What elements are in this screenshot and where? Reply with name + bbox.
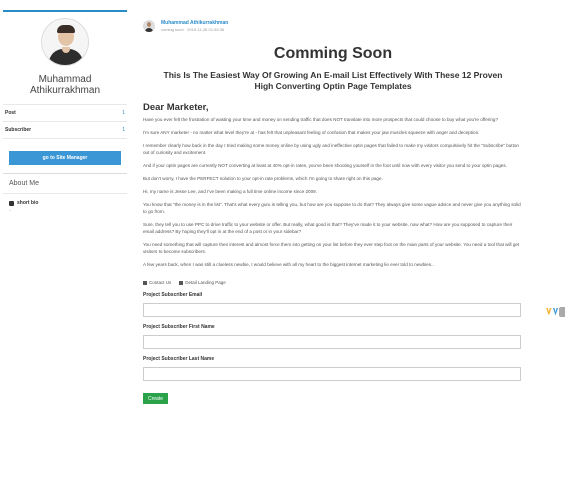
post-author[interactable]: Muhammad Athikurrakhman (161, 20, 228, 26)
paragraph: Sure, they tell you to use PPC to drive … (143, 222, 513, 234)
paragraph: I remember clearly how back in the day I… (143, 143, 519, 155)
paragraph: Have you ever felt the frustration of wa… (143, 117, 499, 122)
page-title: Comming Soon (273, 45, 393, 62)
main-content: Muhammad Athikurrakhman coming soon · 20… (143, 20, 523, 405)
stat-label: Subscriber (5, 127, 32, 133)
contact-link[interactable]: Contact Us (143, 280, 171, 285)
bio-value: - (9, 208, 11, 214)
post-meta: coming soon · 2015-11-26 01:53:36 (161, 27, 225, 32)
last-name-group: Project Subscriber Last Name (143, 356, 523, 381)
first-name-group: Project Subscriber First Name (143, 324, 523, 349)
stat-count: 1 (122, 127, 125, 133)
post-header: Muhammad Athikurrakhman coming soon · 20… (143, 20, 523, 32)
stat-row-subscriber[interactable]: Subscriber 1 (3, 122, 127, 139)
detail-link[interactable]: Detail Landing Page (179, 280, 226, 285)
tab-icon (559, 306, 565, 317)
site-manager-button[interactable]: go to Site Manager (9, 151, 121, 165)
last-name-label: Project Subscriber Last Name (143, 356, 215, 362)
create-button[interactable]: Create (143, 393, 169, 404)
paragraph: But don't worry, I have the PERFECT solu… (143, 176, 383, 181)
paragraph: Hi, my name is Jesse Lee, and I've been … (143, 189, 317, 194)
bio-row: short bio (3, 194, 127, 206)
floating-widget[interactable] (546, 306, 565, 317)
stat-label: Post (5, 110, 16, 116)
sub-heading: This Is The Easiest Way Of Growing An E-… (163, 70, 503, 91)
paragraph: You know that "the money is in the list"… (143, 202, 521, 214)
about-card: About Me short bio - (3, 173, 127, 214)
profile-card: Muhammad Athikurrakhman Post 1 Subscribe… (3, 10, 127, 165)
envelope-icon (143, 280, 147, 285)
email-label: Project Subscriber Email (143, 292, 203, 298)
paragraph: I'm sure ANY marketer - no matter what l… (143, 130, 480, 135)
contact-link-label: Contact Us (149, 280, 172, 285)
first-name-field[interactable] (143, 335, 521, 349)
subscriber-form: Project Subscriber Email Project Subscri… (143, 292, 523, 405)
pencil-icon (179, 280, 184, 285)
stat-row-post[interactable]: Post 1 (3, 104, 127, 122)
first-name-label: Project Subscriber First Name (143, 324, 215, 330)
book-icon (9, 200, 14, 206)
post-body: Have you ever felt the frustration of wa… (143, 116, 523, 268)
last-name-field[interactable] (143, 367, 521, 381)
profile-name: Muhammad Athikurrakhman (29, 74, 101, 96)
email-field[interactable] (143, 303, 521, 317)
bio-label: short bio (17, 200, 39, 206)
greeting: Dear Marketer, (143, 102, 209, 113)
logo-mark-icon (552, 307, 559, 316)
detail-link-label: Detail Landing Page (185, 280, 226, 285)
paragraph: You need something that will capture the… (143, 242, 520, 254)
paragraph: A few years back, when I was still a clu… (143, 262, 435, 267)
author-avatar (143, 20, 155, 32)
email-group: Project Subscriber Email (143, 292, 523, 317)
paragraph: And if your optin pages are currently NO… (143, 163, 507, 168)
stat-count: 1 (122, 110, 125, 116)
avatar (41, 18, 89, 66)
about-title: About Me (3, 180, 127, 194)
sidebar: Muhammad Athikurrakhman Post 1 Subscribe… (3, 10, 127, 214)
post-links: Contact Us Detail Landing Page (143, 280, 523, 285)
logo-mark-icon (546, 307, 552, 316)
